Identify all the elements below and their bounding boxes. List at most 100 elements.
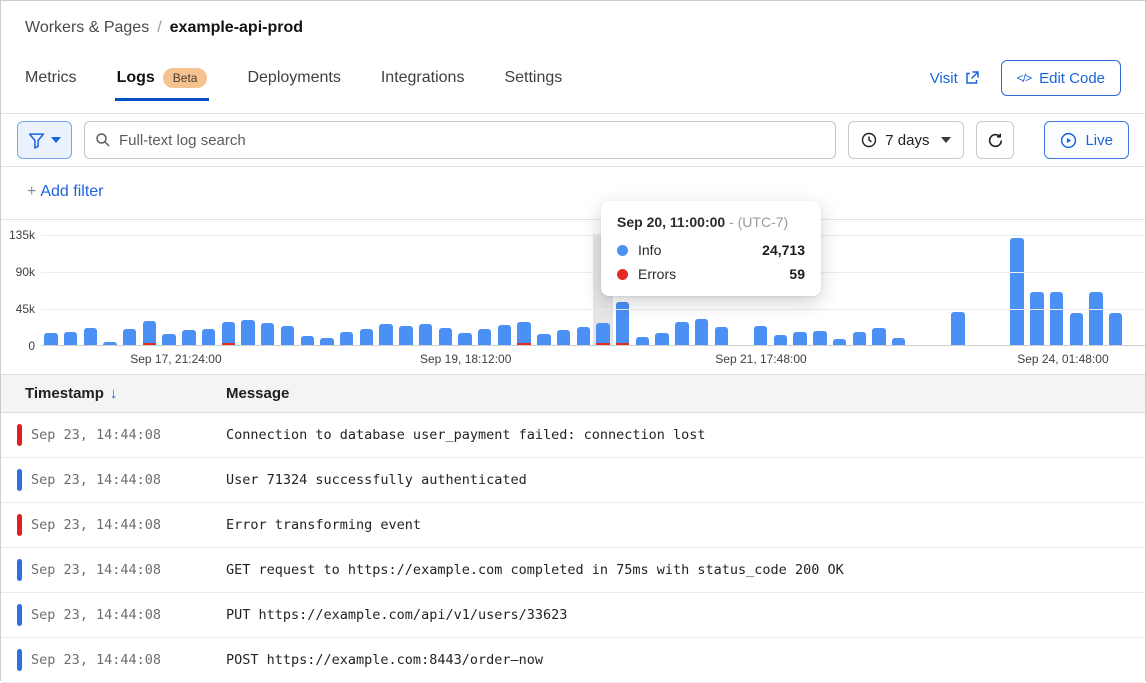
chart-bar-slot[interactable]	[988, 234, 1008, 345]
live-button[interactable]: Live	[1044, 121, 1129, 159]
chart-bar-slot[interactable]	[849, 234, 869, 345]
chart-bar-slot[interactable]	[1007, 234, 1027, 345]
visit-link[interactable]: Visit	[930, 70, 979, 87]
chart-bar-slot[interactable]	[297, 234, 317, 345]
log-volume-bar[interactable]	[478, 329, 491, 345]
log-volume-bar[interactable]	[498, 325, 511, 345]
log-volume-bar[interactable]	[517, 322, 530, 345]
timestamp-column-header[interactable]: Timestamp	[25, 385, 104, 402]
add-filter-button[interactable]: +Add filter	[27, 183, 103, 200]
chart-bar-slot[interactable]	[435, 234, 455, 345]
chart-bar-slot[interactable]	[948, 234, 968, 345]
log-volume-bar[interactable]	[241, 320, 254, 345]
log-table-row[interactable]: Sep 23, 14:44:08User 71324 successfully …	[1, 458, 1145, 503]
log-volume-bar[interactable]	[103, 342, 116, 345]
chart-bar-slot[interactable]	[968, 234, 988, 345]
log-volume-bar[interactable]	[1109, 313, 1122, 345]
log-volume-bar[interactable]	[577, 327, 590, 345]
chart-bar-slot[interactable]	[475, 234, 495, 345]
log-volume-bar[interactable]	[833, 339, 846, 345]
chart-bar-slot[interactable]	[376, 234, 396, 345]
log-volume-bar[interactable]	[675, 322, 688, 345]
log-volume-bar[interactable]	[853, 332, 866, 345]
chart-bar-slot[interactable]	[1047, 234, 1067, 345]
filter-dropdown-button[interactable]	[17, 121, 72, 159]
chart-bar-slot[interactable]	[554, 234, 574, 345]
log-table-row[interactable]: Sep 23, 14:44:08Error transforming event	[1, 503, 1145, 548]
log-volume-bar[interactable]	[1089, 292, 1102, 345]
chart-plot[interactable]	[41, 235, 1145, 346]
chart-bar-slot[interactable]	[573, 234, 593, 345]
log-volume-bar[interactable]	[1050, 292, 1063, 345]
log-volume-bar[interactable]	[64, 332, 77, 345]
log-volume-bar[interactable]	[655, 333, 668, 345]
log-volume-bar[interactable]	[872, 328, 885, 345]
log-volume-bar[interactable]	[419, 324, 432, 345]
log-volume-bar[interactable]	[261, 323, 274, 345]
chart-bar-slot[interactable]	[396, 234, 416, 345]
log-volume-bar[interactable]	[596, 323, 609, 345]
chart-bar-slot[interactable]	[495, 234, 515, 345]
sort-desc-icon[interactable]: ↓	[110, 385, 118, 402]
log-volume-bar[interactable]	[379, 324, 392, 345]
log-volume-bar[interactable]	[281, 326, 294, 345]
chart-bar-slot[interactable]	[199, 234, 219, 345]
chart-bar-slot[interactable]	[238, 234, 258, 345]
log-volume-bar[interactable]	[143, 321, 156, 345]
log-volume-bar[interactable]	[182, 330, 195, 345]
log-volume-bar[interactable]	[892, 338, 905, 345]
chart-bar-slot[interactable]	[258, 234, 278, 345]
log-volume-bar[interactable]	[399, 326, 412, 345]
log-volume-bar[interactable]	[320, 338, 333, 345]
chart-bar-slot[interactable]	[1066, 234, 1086, 345]
log-volume-bar[interactable]	[557, 330, 570, 345]
message-column-header[interactable]: Message	[226, 385, 289, 402]
chart-bar-slot[interactable]	[534, 234, 554, 345]
search-input[interactable]	[84, 121, 836, 159]
chart-bar-slot[interactable]	[120, 234, 140, 345]
log-volume-bar[interactable]	[1010, 238, 1023, 345]
chart-bar-slot[interactable]	[889, 234, 909, 345]
log-volume-bar[interactable]	[84, 328, 97, 345]
log-table-row[interactable]: Sep 23, 14:44:08PUT https://example.com/…	[1, 593, 1145, 638]
refresh-button[interactable]	[976, 121, 1014, 159]
chart-bar-slot[interactable]	[278, 234, 298, 345]
chart-bar-slot[interactable]	[869, 234, 889, 345]
log-volume-bar[interactable]	[951, 312, 964, 345]
log-volume-bar[interactable]	[439, 328, 452, 345]
log-volume-bar[interactable]	[695, 319, 708, 345]
chart-bar-slot[interactable]	[140, 234, 160, 345]
tab-deployments[interactable]: Deployments	[247, 55, 340, 101]
chart-bar-slot[interactable]	[218, 234, 238, 345]
chart-bar-slot[interactable]	[1027, 234, 1047, 345]
chart-bar-slot[interactable]	[179, 234, 199, 345]
tab-settings[interactable]: Settings	[504, 55, 562, 101]
chart-bar-slot[interactable]	[1086, 234, 1106, 345]
log-volume-bar[interactable]	[162, 334, 175, 345]
chart-bar-slot[interactable]	[41, 234, 61, 345]
log-table-row[interactable]: Sep 23, 14:44:08POST https://example.com…	[1, 638, 1145, 683]
log-volume-bar[interactable]	[715, 327, 728, 345]
chart-bar-slot[interactable]	[357, 234, 377, 345]
log-volume-bar[interactable]	[754, 326, 767, 345]
chart-bar-slot[interactable]	[317, 234, 337, 345]
chart-bar-slot[interactable]	[416, 234, 436, 345]
tab-logs[interactable]: Logs Beta	[117, 55, 208, 101]
chart-bar-slot[interactable]	[909, 234, 929, 345]
chart-bar-slot[interactable]	[100, 234, 120, 345]
log-volume-bar[interactable]	[537, 334, 550, 345]
tab-metrics[interactable]: Metrics	[25, 55, 77, 101]
log-volume-bar[interactable]	[793, 332, 806, 345]
log-volume-bar[interactable]	[458, 333, 471, 345]
log-table-row[interactable]: Sep 23, 14:44:08Connection to database u…	[1, 413, 1145, 458]
chart-bar-slot[interactable]	[1106, 234, 1126, 345]
chart-bar-slot[interactable]	[80, 234, 100, 345]
chart-bar-slot[interactable]	[928, 234, 948, 345]
edit-code-button[interactable]: </> Edit Code	[1001, 60, 1121, 96]
log-volume-bar[interactable]	[774, 335, 787, 345]
log-volume-bar[interactable]	[202, 329, 215, 345]
chart-bar-slot[interactable]	[1126, 234, 1146, 345]
log-volume-bar[interactable]	[301, 336, 314, 345]
log-table-row[interactable]: Sep 23, 14:44:08GET request to https://e…	[1, 548, 1145, 593]
chart-bar-slot[interactable]	[337, 234, 357, 345]
